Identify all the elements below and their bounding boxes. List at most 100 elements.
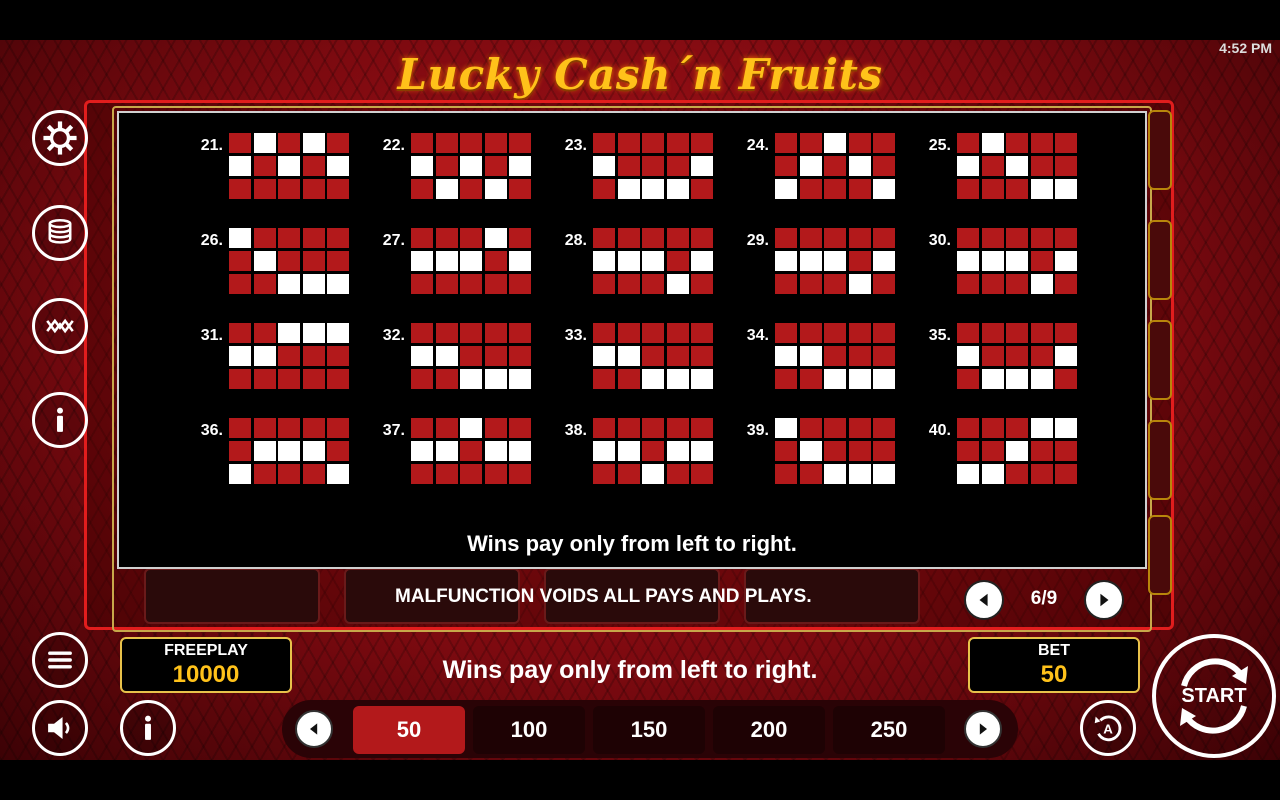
payline-cell-active xyxy=(460,251,482,271)
payline-cell-active xyxy=(435,346,458,366)
payline-cell-active xyxy=(484,228,507,248)
payline-cell xyxy=(873,346,895,366)
payline-cell xyxy=(229,323,251,343)
payline-cell xyxy=(229,179,251,199)
payline-cell xyxy=(642,274,664,294)
prev-page-button[interactable] xyxy=(964,580,1004,620)
payline-cell xyxy=(666,346,689,366)
payline-cell xyxy=(460,228,482,248)
payline-item: 29. xyxy=(735,228,905,298)
payline-cell xyxy=(1006,274,1028,294)
payline-number: 32. xyxy=(382,327,405,344)
bet-option[interactable]: 250 xyxy=(833,706,945,754)
payline-pattern xyxy=(593,418,713,484)
payline-pattern xyxy=(411,228,531,294)
payline-cell xyxy=(799,464,822,484)
payline-cell xyxy=(435,133,458,153)
payline-cell xyxy=(848,251,871,271)
payline-cell xyxy=(509,274,531,294)
payline-cell xyxy=(327,228,349,248)
payline-cell xyxy=(824,441,846,461)
settings-button[interactable] xyxy=(32,110,88,166)
info-button[interactable] xyxy=(32,392,88,448)
next-page-button[interactable] xyxy=(1084,580,1124,620)
bet-option[interactable]: 200 xyxy=(713,706,825,754)
payline-cell xyxy=(691,323,713,343)
coin-stack-icon xyxy=(48,218,72,244)
payline-cell-active xyxy=(848,156,871,176)
payline-cell xyxy=(848,418,871,438)
payline-cell-active xyxy=(848,464,871,484)
coins-button[interactable] xyxy=(32,205,88,261)
payline-cell xyxy=(593,274,615,294)
bet-option[interactable]: 50 xyxy=(353,706,465,754)
bet-option[interactable]: 100 xyxy=(473,706,585,754)
payline-number: 31. xyxy=(200,327,223,344)
payline-cell-active xyxy=(799,156,822,176)
payline-cell xyxy=(691,274,713,294)
payline-cell xyxy=(617,228,640,248)
payline-pattern xyxy=(229,133,349,199)
payline-cell xyxy=(617,323,640,343)
payline-cell xyxy=(1030,156,1053,176)
payline-cell xyxy=(253,369,276,389)
payline-pattern xyxy=(957,418,1077,484)
payline-cell xyxy=(411,228,433,248)
payline-cell-active xyxy=(775,418,797,438)
payline-cell xyxy=(435,418,458,438)
payline-cell xyxy=(824,274,846,294)
payline-cell-active xyxy=(824,464,846,484)
payline-item: 31. xyxy=(189,323,359,393)
sound-button[interactable] xyxy=(32,700,88,756)
payline-cell xyxy=(278,418,300,438)
payline-cell xyxy=(642,346,664,366)
payline-cell xyxy=(642,156,664,176)
payline-cell xyxy=(278,228,300,248)
svg-text:A: A xyxy=(1103,722,1113,737)
payline-pattern xyxy=(411,418,531,484)
bet-prev-button[interactable] xyxy=(295,710,333,748)
payline-cell xyxy=(873,156,895,176)
paylines-button[interactable] xyxy=(32,298,88,354)
payline-cell-active xyxy=(824,369,846,389)
autoplay-button[interactable]: A xyxy=(1080,700,1136,756)
start-button[interactable]: START xyxy=(1152,634,1276,758)
payline-cell-active xyxy=(411,346,433,366)
payline-cell-active xyxy=(278,274,300,294)
payline-cell xyxy=(799,179,822,199)
paylines-icon xyxy=(46,318,74,334)
payline-cell xyxy=(253,228,276,248)
triangle-right-icon xyxy=(1100,593,1109,607)
payline-cell-active xyxy=(278,323,300,343)
menu-button[interactable] xyxy=(32,632,88,688)
payline-cell xyxy=(824,323,846,343)
payline-cell xyxy=(229,418,251,438)
gear-icon xyxy=(43,121,77,155)
payline-cell xyxy=(775,441,797,461)
bet-option[interactable]: 150 xyxy=(593,706,705,754)
page-indicator: 6/9 xyxy=(1030,588,1058,609)
payline-item: 21. xyxy=(189,133,359,203)
payline-cell xyxy=(302,179,325,199)
bet-next-button[interactable] xyxy=(964,710,1002,748)
payline-cell xyxy=(411,369,433,389)
paylines-panel: 21. 22. 23. 24. 25. 26. 27. 28. 29. 30. 31. 32. 33. 3… xyxy=(117,111,1147,569)
payline-pattern xyxy=(229,228,349,294)
payline-cell-active xyxy=(691,251,713,271)
payline-item: 25. xyxy=(917,133,1087,203)
payline-cell xyxy=(484,251,507,271)
payline-cell xyxy=(824,418,846,438)
payline-cell xyxy=(1030,251,1053,271)
payline-cell xyxy=(1055,441,1077,461)
payline-cell-active xyxy=(509,441,531,461)
payline-cell xyxy=(302,464,325,484)
info-bottom-button[interactable] xyxy=(120,700,176,756)
payline-cell xyxy=(460,179,482,199)
freeplay-box: FREEPLAY 10000 xyxy=(120,637,292,693)
payline-number: 35. xyxy=(928,327,951,344)
payline-cell xyxy=(981,228,1004,248)
payline-cell-active xyxy=(460,418,482,438)
payline-number: 23. xyxy=(564,137,587,154)
payline-cell xyxy=(666,133,689,153)
payline-cell xyxy=(278,133,300,153)
